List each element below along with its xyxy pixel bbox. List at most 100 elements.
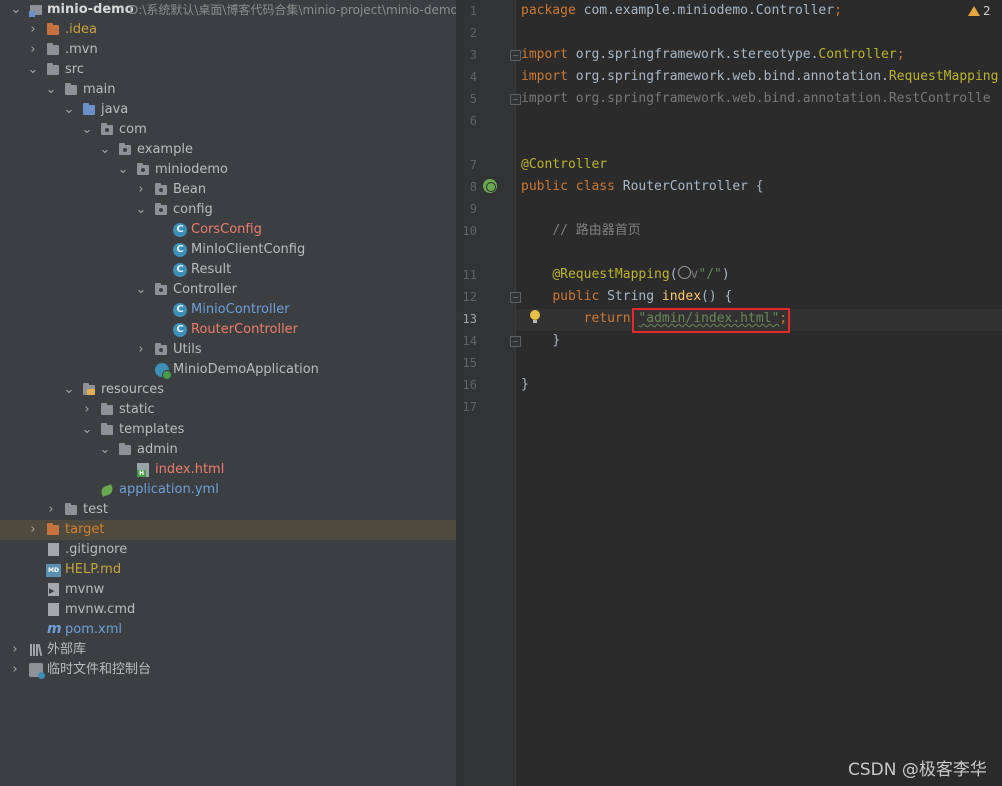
keyword: public class bbox=[521, 179, 615, 194]
import-path: org.springframework.stereotype. bbox=[567, 47, 819, 62]
tree-item-mvn[interactable]: › .mvn bbox=[0, 40, 456, 60]
chevron-down-icon[interactable]: ⌄ bbox=[63, 100, 75, 120]
chevron-right-icon[interactable]: › bbox=[9, 640, 21, 660]
tree-item-label: MinIoClientConfig bbox=[191, 242, 306, 257]
fold-icon[interactable] bbox=[510, 292, 521, 303]
tree-item-resources[interactable]: ⌄ resources bbox=[0, 380, 456, 400]
chevron-down-icon[interactable]: ⌄ bbox=[135, 200, 147, 220]
code-line-4: import org.springframework.web.bind.anno… bbox=[521, 66, 998, 88]
keyword: import bbox=[521, 47, 568, 62]
chevron-right-icon[interactable]: › bbox=[9, 660, 21, 680]
tree-item-src[interactable]: ⌄ src bbox=[0, 60, 456, 80]
tree-item-target[interactable]: › target bbox=[0, 520, 456, 540]
chevron-down-icon[interactable]: ⌄ bbox=[117, 160, 129, 180]
import-class: RequestMapping bbox=[888, 69, 999, 84]
tree-item-miniodemoapplication[interactable]: MinioDemoApplication bbox=[0, 360, 456, 380]
tree-item-com[interactable]: ⌄ com bbox=[0, 120, 456, 140]
tree-item-pom-xml[interactable]: m pom.xml bbox=[0, 620, 456, 640]
tree-item-mvnw[interactable]: mvnw bbox=[0, 580, 456, 601]
globe-icon[interactable] bbox=[677, 266, 691, 279]
line-number[interactable]: 10 bbox=[457, 220, 477, 242]
tree-item-idea[interactable]: › .idea bbox=[0, 20, 456, 40]
chevron-right-icon[interactable]: › bbox=[27, 520, 39, 540]
tree-item-utils[interactable]: › Utils bbox=[0, 340, 456, 360]
chevron-down-icon[interactable]: ⌄ bbox=[81, 420, 93, 440]
chevron-down-icon[interactable]: ⌄ bbox=[45, 80, 57, 100]
chevron-down-icon[interactable]: ⌄ bbox=[63, 380, 75, 400]
line-number[interactable]: 15 bbox=[457, 352, 477, 374]
chevron-right-icon[interactable]: › bbox=[45, 500, 57, 520]
fold-icon[interactable] bbox=[510, 50, 521, 61]
text-file-icon bbox=[48, 603, 59, 616]
chevron-down-icon[interactable]: ⌄ bbox=[10, 0, 22, 20]
tree-item-java[interactable]: ⌄ java bbox=[0, 100, 456, 120]
chevron-down-icon[interactable]: ⌄ bbox=[99, 140, 111, 160]
line-number[interactable]: 5 bbox=[457, 88, 477, 110]
line-number[interactable]: 8 bbox=[457, 176, 477, 198]
tree-item-label: HELP.md bbox=[65, 562, 122, 577]
chevron-right-icon[interactable]: › bbox=[27, 20, 39, 40]
chevron-right-icon[interactable]: › bbox=[135, 340, 147, 360]
fold-icon[interactable] bbox=[510, 336, 521, 347]
gutter-divider bbox=[515, 0, 516, 786]
tree-item-result[interactable]: C Result bbox=[0, 260, 456, 280]
resources-folder-icon bbox=[81, 383, 97, 397]
fold-icon[interactable] bbox=[510, 94, 521, 105]
project-tree-panel[interactable]: ⌄ minio-demo D:\系统默认\桌面\博客代码合集\minio-pro… bbox=[0, 0, 456, 786]
tree-item-miniodemo[interactable]: ⌄ miniodemo bbox=[0, 160, 456, 180]
tree-item-label: 临时文件和控制台 bbox=[47, 662, 152, 677]
tree-item-help-md[interactable]: MD HELP.md bbox=[0, 560, 456, 580]
folder-icon bbox=[99, 423, 115, 437]
line-number[interactable]: 9 bbox=[457, 198, 477, 220]
excluded-folder-icon bbox=[45, 523, 61, 537]
spring-bean-icon[interactable] bbox=[483, 179, 497, 193]
chevron-down-icon[interactable]: ⌄ bbox=[99, 440, 111, 460]
tree-item-mvnw-cmd[interactable]: mvnw.cmd bbox=[0, 600, 456, 620]
chevron-down-icon[interactable]: ⌄ bbox=[135, 280, 147, 300]
tree-item-templates[interactable]: ⌄ templates bbox=[0, 420, 456, 440]
tree-item-scratches[interactable]: › 临时文件和控制台 bbox=[0, 660, 456, 680]
line-number[interactable]: 7 bbox=[457, 154, 477, 176]
class-icon: C bbox=[173, 223, 187, 237]
tree-item-application-yml[interactable]: application.yml bbox=[0, 480, 456, 500]
text-file-icon bbox=[48, 543, 59, 556]
tree-item-corsconfig[interactable]: C CorsConfig bbox=[0, 220, 456, 240]
line-number-current[interactable]: 13 bbox=[457, 308, 477, 330]
line-number[interactable]: 1 bbox=[457, 0, 477, 22]
tree-item-minioclientconfig[interactable]: C MinIoClientConfig bbox=[0, 240, 456, 260]
warnings-indicator[interactable]: 2 bbox=[968, 4, 991, 18]
tree-item-admin[interactable]: ⌄ admin bbox=[0, 440, 456, 460]
line-number[interactable]: 2 bbox=[457, 22, 477, 44]
line-number[interactable]: 16 bbox=[457, 374, 477, 396]
tree-item-label: com bbox=[119, 122, 147, 137]
chevron-right-icon[interactable]: › bbox=[135, 180, 147, 200]
line-number[interactable]: 4 bbox=[457, 66, 477, 88]
line-number[interactable]: 6 bbox=[457, 110, 477, 132]
line-number[interactable]: 14 bbox=[457, 330, 477, 352]
tree-item-index-html[interactable]: index.html bbox=[0, 460, 456, 480]
chevron-down-icon[interactable]: ⌄ bbox=[27, 60, 39, 80]
tree-item-bean[interactable]: › Bean bbox=[0, 180, 456, 200]
project-path: D:\系统默认\桌面\博客代码合集\minio-project\minio-de… bbox=[129, 3, 456, 17]
chevron-down-icon[interactable]: ⌄ bbox=[81, 120, 93, 140]
chevron-right-icon[interactable]: › bbox=[27, 40, 39, 60]
tree-item-gitignore[interactable]: .gitignore bbox=[0, 540, 456, 560]
code-line-3: import org.springframework.stereotype.Co… bbox=[521, 44, 905, 66]
tree-item-static[interactable]: › static bbox=[0, 400, 456, 420]
line-number[interactable]: 3 bbox=[457, 44, 477, 66]
tree-root-minio-demo[interactable]: ⌄ minio-demo D:\系统默认\桌面\博客代码合集\minio-pro… bbox=[0, 0, 456, 20]
tree-item-main[interactable]: ⌄ main bbox=[0, 80, 456, 100]
line-number[interactable]: 12 bbox=[457, 286, 477, 308]
tree-item-config[interactable]: ⌄ config bbox=[0, 200, 456, 220]
tree-item-test[interactable]: › test bbox=[0, 500, 456, 520]
tree-item-routercontroller[interactable]: C RouterController bbox=[0, 320, 456, 340]
tree-item-controller[interactable]: ⌄ Controller bbox=[0, 280, 456, 300]
line-number[interactable]: 17 bbox=[457, 396, 477, 418]
line-number[interactable]: 11 bbox=[457, 264, 477, 286]
chevron-right-icon[interactable]: › bbox=[81, 400, 93, 420]
tree-item-example[interactable]: ⌄ example bbox=[0, 140, 456, 160]
tree-item-miniocontroller[interactable]: C MinioController bbox=[0, 300, 456, 320]
tree-item-external-libraries[interactable]: › 外部库 bbox=[0, 640, 456, 660]
code-editor[interactable] bbox=[516, 0, 1002, 786]
import-path: org.springframework.web.bind.annotation. bbox=[567, 69, 889, 84]
